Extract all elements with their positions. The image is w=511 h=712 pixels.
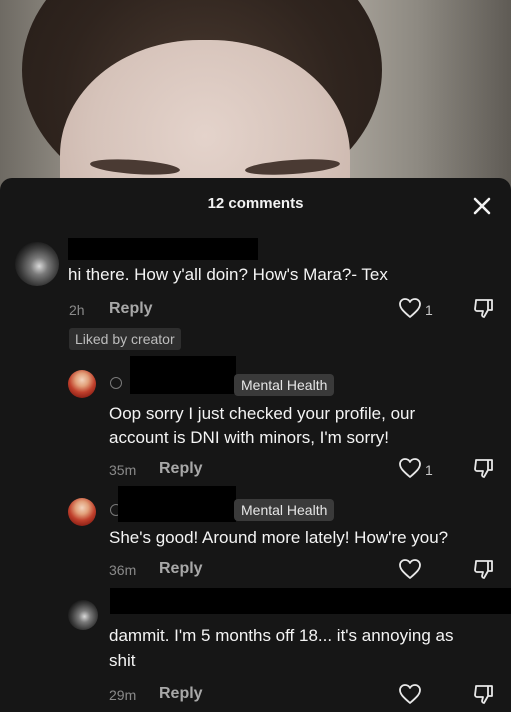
comment-text: hi there. How y'all doin? How's Mara?- T… xyxy=(68,265,388,284)
heart-icon[interactable] xyxy=(398,558,422,580)
badge-icon xyxy=(110,377,122,389)
comment-text-line: shit xyxy=(109,651,136,670)
reply-item: Mental Health She's good! Around more la… xyxy=(0,484,511,584)
reply-item: Mental Health Mental Health Oop sorry I … xyxy=(0,356,511,479)
reply-button[interactable]: Reply xyxy=(159,560,203,578)
redacted-username xyxy=(110,588,511,614)
avatar[interactable] xyxy=(68,370,96,398)
comment-time: 2h xyxy=(69,302,85,318)
comment-text-line: account is DNI with minors, I'm sorry! xyxy=(109,428,390,447)
dislike-icon[interactable] xyxy=(472,456,496,480)
redacted-username xyxy=(68,238,258,260)
comment-time: 29m xyxy=(109,687,137,703)
avatar[interactable] xyxy=(68,498,96,526)
heart-icon[interactable] xyxy=(398,297,422,319)
dislike-icon[interactable] xyxy=(472,682,496,706)
redacted-username xyxy=(130,356,236,394)
avatar[interactable] xyxy=(15,242,59,286)
close-icon[interactable] xyxy=(468,192,496,220)
comment-text-line: dammit. I'm 5 months off 18... it's anno… xyxy=(109,626,454,645)
comment-time: 36m xyxy=(109,562,137,578)
video-frame xyxy=(0,0,511,200)
comment-time: 35m xyxy=(109,462,137,478)
community-badge: Mental Health xyxy=(234,499,335,521)
liked-by-creator-badge: Liked by creator xyxy=(69,328,181,350)
reply-item: dammit. I'm 5 months off 18... it's anno… xyxy=(0,586,511,712)
dislike-icon[interactable] xyxy=(472,296,496,320)
reply-button[interactable]: Reply xyxy=(109,300,153,318)
heart-icon[interactable] xyxy=(398,457,422,479)
reply-button[interactable]: Reply xyxy=(159,685,203,703)
comment-text: She's good! Around more lately! How're y… xyxy=(109,528,449,547)
like-count: 1 xyxy=(425,462,433,478)
avatar[interactable] xyxy=(68,600,98,630)
community-badge: Mental Health xyxy=(234,374,335,396)
redacted-username xyxy=(118,486,236,522)
reply-button[interactable]: Reply xyxy=(159,460,203,478)
comments-sheet: 12 comments hi there. How y'all doin? Ho… xyxy=(0,178,511,712)
comment-text-line: Oop sorry I just checked your profile, o… xyxy=(109,404,416,423)
comment-item: hi there. How y'all doin? How's Mara?- T… xyxy=(0,230,511,350)
like-count: 1 xyxy=(425,302,433,318)
comments-header: 12 comments xyxy=(0,178,511,230)
comment-count: 12 comments xyxy=(207,195,304,212)
dislike-icon[interactable] xyxy=(472,557,496,581)
heart-icon[interactable] xyxy=(398,683,422,705)
